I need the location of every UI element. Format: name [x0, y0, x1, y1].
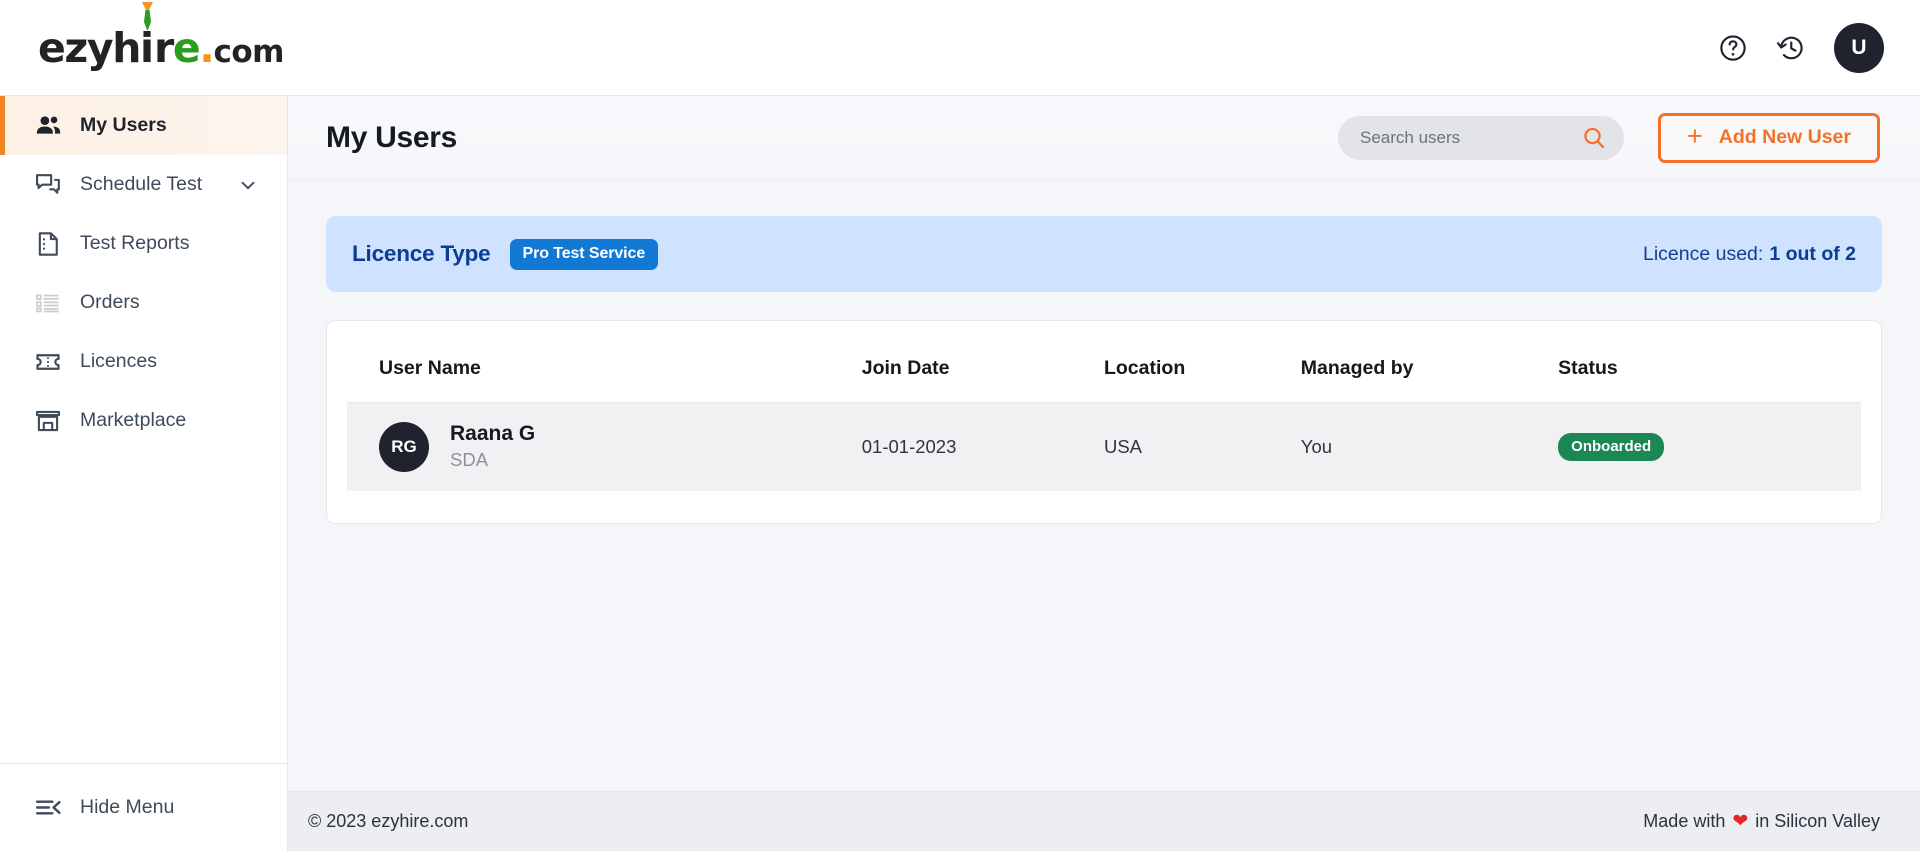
- footer-credit: Made with ❤ in Silicon Valley: [1643, 810, 1880, 833]
- hide-menu-button[interactable]: Hide Menu: [0, 763, 287, 851]
- list-icon: [34, 289, 68, 317]
- sidebar-nav: My Users Schedule Test Test Reports Orde…: [0, 96, 287, 450]
- user-identity: Raana G SDA: [450, 421, 535, 473]
- main-scroll: My Users +: [288, 96, 1920, 791]
- chevron-down-icon[interactable]: [237, 174, 259, 196]
- add-new-user-button[interactable]: + Add New User: [1658, 112, 1880, 163]
- menu-collapse-icon: [34, 793, 68, 822]
- user-avatar-initials: RG: [391, 437, 417, 457]
- heart-icon: ❤: [1732, 811, 1749, 832]
- search-input[interactable]: [1360, 127, 1582, 148]
- sidebar-item-my-users[interactable]: My Users: [0, 96, 287, 155]
- avatar-initial: U: [1851, 35, 1867, 59]
- users-table-head: User Name Join Date Location Managed by …: [347, 341, 1861, 403]
- app-body: My Users Schedule Test Test Reports Orde…: [0, 96, 1920, 851]
- cell-join-date: 01-01-2023: [861, 436, 957, 458]
- header-actions: U: [1718, 22, 1884, 73]
- ticket-icon: [34, 348, 68, 376]
- cell-location: USA: [1103, 436, 1143, 458]
- logo-com: com: [213, 33, 284, 70]
- page-title: My Users: [326, 120, 458, 154]
- user-role: SDA: [450, 449, 489, 471]
- sidebar-item-label: Test Reports: [80, 232, 190, 254]
- logo-letter-e: e: [172, 23, 201, 72]
- licence-type-label: Licence Type: [352, 241, 491, 266]
- users-table-body: RG Raana G SDA 01-01-2023 USA You Onboar…: [347, 402, 1861, 492]
- column-header-location: Location: [1103, 341, 1301, 403]
- search-box[interactable]: [1338, 115, 1625, 160]
- table-row[interactable]: RG Raana G SDA 01-01-2023 USA You Onboar…: [347, 402, 1861, 492]
- licence-type-badge: Pro Test Service: [509, 238, 659, 270]
- user-cell: RG Raana G SDA: [379, 421, 862, 473]
- footer: © 2023 ezyhire.com Made with ❤ in Silico…: [288, 791, 1920, 851]
- column-header-join-date: Join Date: [861, 341, 1104, 403]
- main-area: My Users +: [288, 96, 1920, 851]
- column-header-user-name: User Name: [347, 341, 862, 403]
- question-circle-icon[interactable]: [1718, 33, 1748, 63]
- sidebar-item-licences[interactable]: Licences: [0, 332, 287, 391]
- page-content: Licence Type Pro Test Service Licence us…: [288, 180, 1920, 791]
- licence-banner: Licence Type Pro Test Service Licence us…: [326, 216, 1882, 292]
- page-header-tools: + Add New User: [1338, 112, 1880, 163]
- necktie-icon: [142, 1, 153, 31]
- licence-used-value: 1 out of 2: [1769, 242, 1856, 265]
- column-header-managed-by: Managed by: [1300, 341, 1559, 403]
- sidebar-item-marketplace[interactable]: Marketplace: [0, 391, 287, 450]
- logo-text-ezyh: ezyh: [38, 23, 141, 72]
- chat-icon: [34, 171, 68, 199]
- cell-user-name: RG Raana G SDA: [347, 403, 862, 492]
- status-badge: Onboarded: [1558, 433, 1665, 462]
- table-header-row: User Name Join Date Location Managed by …: [347, 341, 1861, 403]
- footer-copyright: © 2023 ezyhire.com: [308, 811, 469, 831]
- user-name: Raana G: [450, 422, 536, 445]
- sidebar: My Users Schedule Test Test Reports Orde…: [0, 96, 288, 851]
- sidebar-item-label: Orders: [80, 291, 140, 313]
- cell-status: Onboarded: [1558, 403, 1861, 492]
- add-new-user-label: Add New User: [1718, 126, 1851, 148]
- licence-used-label: Licence used:: [1642, 242, 1764, 265]
- footer-made-with: Made with: [1643, 811, 1726, 831]
- sidebar-item-test-reports[interactable]: Test Reports: [0, 214, 287, 273]
- sidebar-item-label: Marketplace: [80, 409, 187, 431]
- brand-logo[interactable]: ezyh i r e. com: [38, 1, 284, 72]
- sidebar-item-schedule-test[interactable]: Schedule Test: [0, 155, 287, 214]
- page-header: My Users +: [288, 96, 1920, 180]
- sidebar-item-orders[interactable]: Orders: [0, 273, 287, 332]
- hide-menu-label: Hide Menu: [80, 796, 175, 818]
- top-header: ezyh i r e. com U: [0, 0, 1920, 96]
- sidebar-item-label: Licences: [80, 350, 157, 372]
- footer-made-in: in Silicon Valley: [1755, 811, 1880, 831]
- sidebar-item-label: Schedule Test: [80, 173, 203, 195]
- logo-letter-r: r: [154, 23, 174, 72]
- users-table-card: User Name Join Date Location Managed by …: [326, 320, 1882, 525]
- logo-i-with-tie: i: [140, 1, 154, 72]
- users-table: User Name Join Date Location Managed by …: [347, 341, 1861, 492]
- cell-managed-by: You: [1300, 436, 1333, 458]
- document-icon: [34, 230, 68, 258]
- app-root: ezyh i r e. com U My Users Schedule Test…: [0, 0, 1920, 851]
- user-avatar: RG: [379, 422, 429, 473]
- logo-dot: .: [199, 23, 215, 72]
- licence-used-group: Licence used: 1 out of 2: [1643, 243, 1856, 266]
- plus-icon: +: [1687, 120, 1703, 151]
- history-icon[interactable]: [1776, 33, 1806, 63]
- storefront-icon: [34, 407, 68, 435]
- search-icon[interactable]: [1581, 125, 1607, 151]
- column-header-status: Status: [1558, 341, 1861, 403]
- avatar[interactable]: U: [1834, 22, 1884, 73]
- licence-type-group: Licence Type Pro Test Service: [352, 238, 659, 270]
- people-icon: [34, 111, 68, 140]
- sidebar-item-label: My Users: [80, 114, 167, 136]
